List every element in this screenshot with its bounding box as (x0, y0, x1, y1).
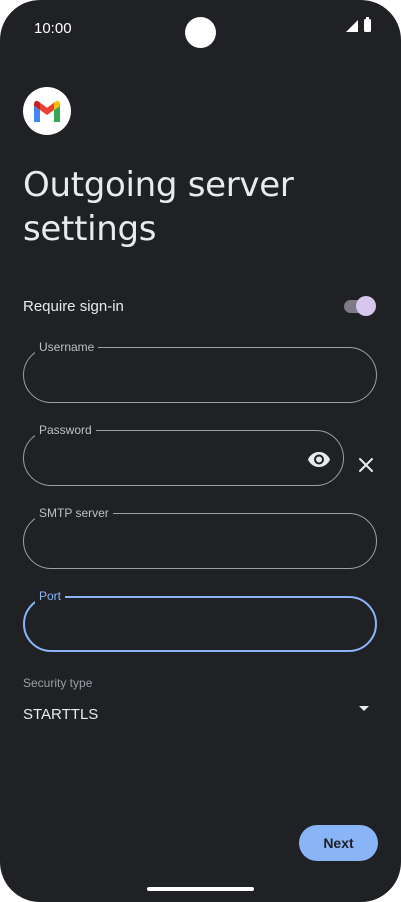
eye-icon[interactable] (307, 447, 331, 471)
port-input[interactable] (41, 610, 311, 640)
require-signin-row[interactable]: Require sign-in (23, 294, 376, 318)
gmail-logo-icon (34, 100, 60, 122)
security-type-select[interactable]: STARTTLS (23, 700, 375, 730)
port-field[interactable]: Port (23, 588, 377, 652)
signal-icon (346, 19, 358, 32)
clear-icon[interactable] (356, 455, 376, 475)
require-signin-toggle[interactable] (344, 296, 376, 316)
dropdown-arrow-icon (359, 706, 369, 711)
password-label: Password (35, 422, 96, 438)
phone-screen: 10:00 Outgoing server settings Require s… (0, 0, 401, 902)
security-type-label: Security type (23, 676, 93, 690)
status-bar: 10:00 (0, 0, 401, 56)
smtp-server-field[interactable]: SMTP server (23, 505, 377, 569)
home-indicator[interactable] (147, 887, 254, 891)
battery-icon (364, 17, 371, 32)
camera-cutout (185, 17, 216, 48)
smtp-server-label: SMTP server (35, 505, 113, 521)
port-label: Port (35, 588, 66, 604)
toggle-thumb (356, 296, 376, 316)
gmail-logo-icon (23, 87, 71, 135)
username-input[interactable] (40, 360, 310, 390)
username-field[interactable]: Username (23, 339, 377, 403)
password-field[interactable]: Password (23, 422, 344, 486)
require-signin-label: Require sign-in (23, 297, 124, 315)
password-input[interactable] (40, 443, 280, 473)
page-title: Outgoing server settings (23, 165, 294, 249)
status-time: 10:00 (34, 20, 72, 37)
security-type-value: STARTTLS (23, 706, 99, 723)
username-label: Username (35, 339, 99, 355)
smtp-server-input[interactable] (40, 526, 310, 556)
status-icons (346, 17, 371, 32)
next-button[interactable]: Next (299, 825, 378, 861)
